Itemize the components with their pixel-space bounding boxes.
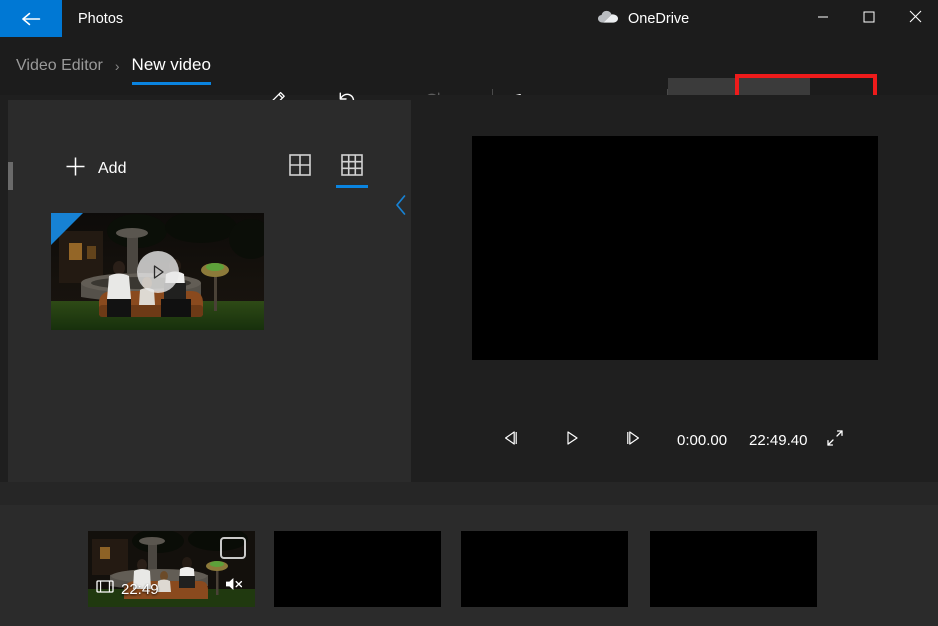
next-frame-button[interactable] — [611, 418, 655, 462]
fullscreen-icon — [825, 428, 845, 453]
previous-frame-icon — [502, 430, 520, 451]
minimize-icon — [817, 10, 829, 28]
photos-video-editor-window: Photos OneDrive — [0, 0, 938, 626]
preview-area: 0:00.00 22:49.40 — [411, 95, 938, 491]
breadcrumb-current-project[interactable]: New video — [132, 55, 211, 77]
maximize-button[interactable] — [846, 0, 892, 37]
storyboard-clip-3[interactable] — [461, 531, 628, 607]
cloud-icon — [597, 9, 619, 29]
total-duration-label: 22:49.40 — [749, 432, 807, 449]
library-header: Add — [8, 140, 411, 200]
clip-duration-badge: 22:49 — [96, 579, 159, 599]
close-icon — [909, 10, 922, 28]
breadcrumb-separator: › — [115, 58, 120, 74]
add-media-button[interactable]: Add — [65, 148, 126, 190]
onedrive-label: OneDrive — [628, 11, 689, 27]
storyboard-timeline: 22:49 — [0, 505, 938, 626]
minimize-button[interactable] — [800, 0, 846, 37]
close-button[interactable] — [892, 0, 938, 37]
clip-mute-indicator[interactable] — [223, 575, 245, 598]
chevron-left-icon — [394, 194, 408, 221]
next-frame-icon — [624, 430, 642, 451]
storyboard-clip-2[interactable] — [274, 531, 441, 607]
video-preview-frame[interactable] — [472, 136, 878, 360]
grid-2x2-icon — [289, 154, 311, 181]
maximize-icon — [863, 10, 875, 28]
storyboard-clip-4[interactable] — [650, 531, 817, 607]
fullscreen-button[interactable] — [813, 418, 857, 462]
view-mode-small-grid[interactable] — [335, 150, 369, 188]
app-title: Photos — [78, 0, 123, 37]
playback-controls: 0:00.00 22:49.40 — [411, 417, 938, 463]
title-bar: Photos OneDrive — [0, 0, 938, 37]
view-mode-large-grid[interactable] — [283, 150, 317, 188]
command-bar: Video Editor › New video — [0, 37, 938, 95]
speaker-mute-icon — [223, 580, 245, 597]
breadcrumb: Video Editor › New video — [16, 37, 211, 95]
grid-3x3-icon — [341, 154, 363, 181]
clip-duration-text: 22:49 — [121, 581, 159, 598]
play-icon[interactable] — [137, 251, 179, 293]
current-time-label: 0:00.00 — [677, 432, 727, 449]
project-library-panel: Add — [8, 100, 411, 482]
plus-icon — [65, 156, 86, 182]
back-arrow-icon — [20, 10, 42, 28]
previous-frame-button[interactable] — [489, 418, 533, 462]
play-icon — [564, 430, 580, 451]
play-button[interactable] — [550, 418, 594, 462]
onedrive-status[interactable]: OneDrive — [597, 0, 689, 37]
window-controls — [800, 0, 938, 37]
back-button[interactable] — [0, 0, 62, 37]
add-media-label: Add — [98, 160, 126, 178]
film-strip-icon — [96, 579, 114, 599]
breadcrumb-parent[interactable]: Video Editor — [16, 57, 103, 75]
view-mode-toggle-group — [283, 150, 369, 188]
storyboard-divider — [0, 482, 938, 505]
clip-select-checkbox[interactable] — [220, 537, 246, 559]
storyboard-clip-1[interactable]: 22:49 — [88, 531, 255, 607]
library-video-thumbnail[interactable] — [51, 213, 264, 330]
selected-corner-indicator — [51, 213, 83, 245]
